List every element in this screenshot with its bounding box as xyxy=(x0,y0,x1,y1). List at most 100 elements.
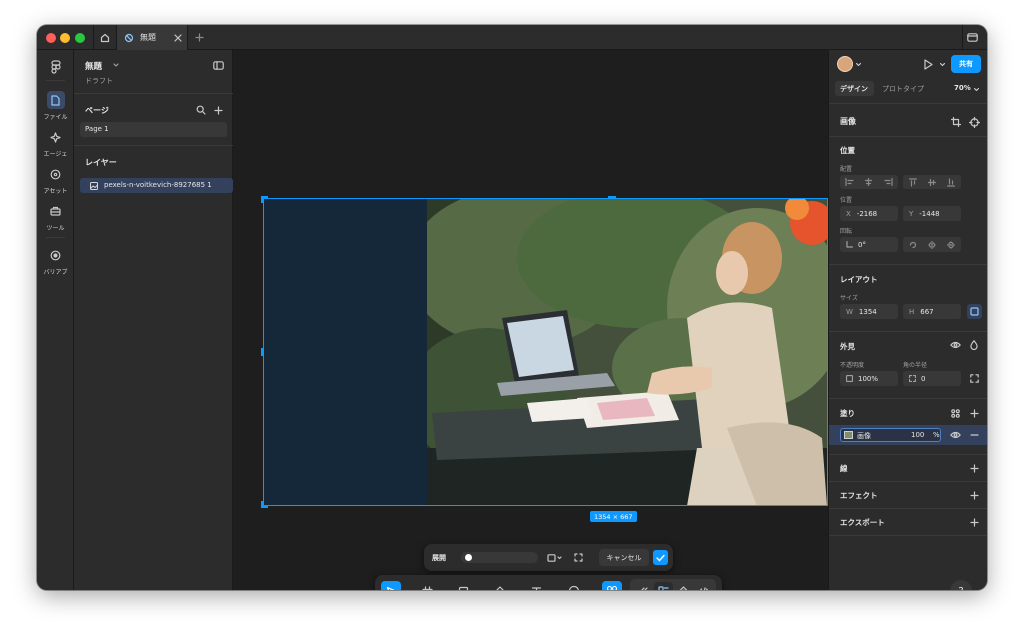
chevron-down-icon[interactable] xyxy=(473,588,480,590)
code-icon[interactable] xyxy=(694,582,713,590)
add-export-icon[interactable] xyxy=(968,516,980,528)
help-button[interactable]: ? xyxy=(950,580,972,590)
chevron-down-icon[interactable] xyxy=(939,61,946,67)
transform-group xyxy=(903,237,961,252)
comment-icon[interactable] xyxy=(564,581,584,590)
rail-item-tools[interactable]: ツール xyxy=(37,202,74,232)
chevron-down-icon[interactable] xyxy=(546,588,553,590)
height-field[interactable]: H 667 xyxy=(903,304,961,319)
image-thumbnail-icon xyxy=(844,431,853,439)
constrain-proportions-icon[interactable] xyxy=(967,304,982,319)
rail-item-files[interactable]: ファイル xyxy=(37,91,74,121)
play-icon[interactable] xyxy=(921,57,935,71)
variables-icon xyxy=(47,246,65,264)
tab-file[interactable]: 無題 xyxy=(116,25,188,50)
align-middle-icon[interactable] xyxy=(927,178,936,187)
add-fill-icon[interactable] xyxy=(968,407,980,419)
styles-grid-icon[interactable] xyxy=(949,407,961,419)
component-target-icon[interactable] xyxy=(968,116,980,128)
add-stroke-icon[interactable] xyxy=(968,462,980,474)
add-effect-icon[interactable] xyxy=(968,489,980,501)
align-top-icon[interactable] xyxy=(908,177,917,187)
file-name[interactable]: 無題 xyxy=(85,60,102,72)
expand-label[interactable]: 展開 xyxy=(432,553,446,563)
fill-field[interactable]: 画像 100 % xyxy=(840,428,941,442)
avatar[interactable] xyxy=(837,56,853,72)
assets-icon xyxy=(47,165,65,183)
drop-icon[interactable] xyxy=(968,339,980,351)
remove-fill-icon[interactable] xyxy=(968,429,980,441)
align-right-icon[interactable] xyxy=(884,178,893,186)
move-tool-button[interactable] xyxy=(381,581,401,590)
actions-button[interactable] xyxy=(602,581,622,590)
page-item[interactable]: Page 1 xyxy=(80,122,227,137)
fit-icon[interactable] xyxy=(573,552,584,563)
new-tab-icon[interactable] xyxy=(188,25,210,50)
rotate-icon[interactable] xyxy=(909,241,917,249)
rail-item-agent[interactable]: エージェ xyxy=(37,128,74,158)
export-title: エクスポート xyxy=(840,518,885,527)
crop-handle-bottom-left[interactable] xyxy=(261,501,268,508)
flip-vertical-icon[interactable] xyxy=(947,240,956,249)
share-button[interactable]: 共有 xyxy=(951,55,981,73)
eye-icon[interactable] xyxy=(949,430,961,440)
chevron-down-icon[interactable] xyxy=(401,588,408,590)
rail-item-assets[interactable]: アセット xyxy=(37,165,74,195)
flip-horizontal-icon[interactable] xyxy=(928,240,936,249)
rectangle-icon[interactable] xyxy=(453,581,473,590)
slider-thumb[interactable] xyxy=(465,554,472,561)
chevron-down-icon[interactable] xyxy=(855,61,862,67)
y-field[interactable]: Y -1448 xyxy=(903,206,961,221)
x-field[interactable]: X -2168 xyxy=(840,206,898,221)
fill-row[interactable]: 画像 100 % xyxy=(829,425,987,445)
rail-item-variables[interactable]: バリアブ xyxy=(37,246,74,276)
maximize-window-button[interactable] xyxy=(75,33,85,43)
frame-icon[interactable] xyxy=(417,581,437,590)
crop-handle-top[interactable] xyxy=(608,196,616,199)
components-icon[interactable] xyxy=(674,582,693,590)
align-bottom-icon[interactable] xyxy=(947,177,956,187)
home-icon[interactable] xyxy=(94,25,116,50)
canvas[interactable]: 1354 × 667 展開 キャンセル xyxy=(233,50,828,590)
eye-icon[interactable] xyxy=(949,340,961,350)
image-frame[interactable] xyxy=(263,198,828,506)
align-left-icon[interactable] xyxy=(845,178,854,186)
tab-design[interactable]: デザイン xyxy=(835,81,874,96)
figma-menu-icon[interactable] xyxy=(47,58,64,75)
cancel-button[interactable]: キャンセル xyxy=(599,549,649,566)
aspect-ratio-icon[interactable] xyxy=(545,552,565,563)
fill-title: 塗り xyxy=(840,409,855,418)
close-window-button[interactable] xyxy=(46,33,56,43)
independent-corners-icon[interactable] xyxy=(968,372,980,384)
pen-icon[interactable] xyxy=(489,581,509,590)
chevron-down-icon[interactable] xyxy=(973,86,980,92)
chevron-down-icon[interactable] xyxy=(584,588,591,590)
add-page-icon[interactable] xyxy=(212,104,224,116)
width-field[interactable]: W 1354 xyxy=(840,304,898,319)
chevron-down-icon[interactable] xyxy=(437,588,444,590)
radius-field[interactable]: 0 xyxy=(903,371,961,386)
chevron-down-icon[interactable] xyxy=(509,588,516,590)
search-icon[interactable] xyxy=(195,104,207,116)
text-icon[interactable] xyxy=(526,581,546,590)
opacity-field[interactable]: 100% xyxy=(840,371,898,386)
confirm-button[interactable] xyxy=(653,550,668,565)
draw-icon[interactable] xyxy=(634,582,653,590)
y-value: -1448 xyxy=(919,209,940,218)
tab-prototype[interactable]: プロトタイプ xyxy=(882,84,924,94)
design-mode-icon[interactable] xyxy=(654,582,673,590)
crop-icon[interactable] xyxy=(950,116,962,128)
rotation-field[interactable]: 0° xyxy=(840,237,898,252)
zoom-level[interactable]: 70% xyxy=(954,84,971,92)
layer-item[interactable]: pexels-n-voitkevich-8927685 1 xyxy=(80,178,233,193)
panel-collapse-icon[interactable] xyxy=(212,60,225,71)
close-tab-icon[interactable] xyxy=(172,32,183,43)
align-center-h-icon[interactable] xyxy=(864,178,873,186)
crop-handle-left[interactable] xyxy=(261,348,264,356)
crop-slider[interactable] xyxy=(461,552,538,563)
minimize-window-button[interactable] xyxy=(60,33,70,43)
x-prefix: X xyxy=(846,209,851,218)
sidebar-toggle-icon[interactable] xyxy=(965,31,979,44)
chevron-down-icon[interactable] xyxy=(112,61,120,69)
crop-handle-top-left[interactable] xyxy=(261,196,268,203)
